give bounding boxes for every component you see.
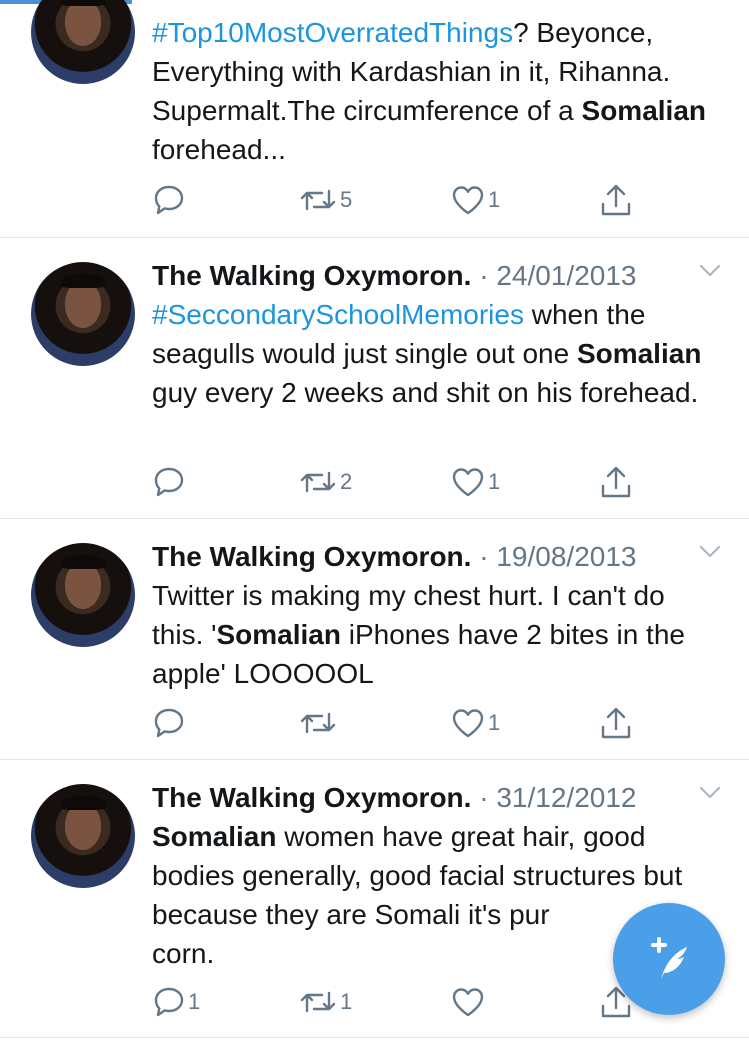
tweet[interactable]: The Walking Oxymoron. · 24/01/2013 #Secc…: [0, 238, 749, 519]
chevron-down-icon[interactable]: [699, 545, 721, 559]
retweet-button[interactable]: 5: [298, 180, 352, 220]
chevron-down-icon[interactable]: [699, 264, 721, 278]
tweet[interactable]: #Top10MostOverratedThings? Beyonce, Ever…: [0, 0, 749, 238]
heart-outline-icon: [452, 709, 484, 738]
retweet-count: 1: [340, 989, 353, 1014]
retweet-count: 5: [340, 187, 353, 212]
like-count: 1: [488, 710, 501, 735]
tweet-text: #SeccondarySchoolMemories when the seagu…: [152, 295, 722, 412]
like-button[interactable]: [450, 982, 488, 1022]
retweet-button[interactable]: 1: [298, 982, 352, 1022]
meta-separator: ·: [479, 260, 489, 291]
reply-button[interactable]: 1: [152, 982, 200, 1022]
reply-button[interactable]: [152, 462, 188, 502]
heart-outline-icon: [452, 186, 484, 215]
tweet-text-bold: Somalian: [152, 821, 277, 852]
retweet-arrows-icon: [300, 471, 336, 493]
share-button[interactable]: [598, 703, 634, 743]
tweet-text-segment: guy every 2 weeks and shit on his forehe…: [152, 377, 699, 408]
tweet-actions: 1: [0, 703, 749, 743]
like-count: 1: [488, 187, 501, 212]
retweet-button[interactable]: 2: [298, 462, 352, 502]
share-upload-icon: [601, 184, 631, 216]
retweet-arrows-icon: [300, 189, 336, 211]
reply-bubble-icon: [154, 708, 184, 738]
tweet-header: The Walking Oxymoron. · 24/01/2013: [152, 258, 712, 294]
compose-feather-icon: [651, 937, 687, 979]
like-button[interactable]: 1: [450, 462, 500, 502]
share-button[interactable]: [598, 462, 634, 502]
tweet-text-bold: Somalian: [216, 619, 341, 650]
hashtag-link[interactable]: #SeccondarySchoolMemories: [152, 299, 524, 330]
reply-button[interactable]: [152, 180, 188, 220]
author-name[interactable]: The Walking Oxymoron.: [152, 541, 471, 572]
avatar[interactable]: [31, 784, 135, 888]
heart-outline-icon: [452, 988, 484, 1017]
tweet-header: The Walking Oxymoron. · 31/12/2012: [152, 780, 712, 816]
chevron-down-icon[interactable]: [699, 786, 721, 800]
tweet-actions: 2 1: [0, 462, 749, 502]
reply-bubble-icon: [154, 987, 184, 1017]
tweet-text-segment: forehead...: [152, 134, 286, 165]
retweet-count: 2: [340, 469, 353, 494]
tweet-text: Twitter is making my chest hurt. I can't…: [152, 576, 722, 693]
tweet-text-bold: Somalian: [581, 95, 706, 126]
avatar[interactable]: [31, 0, 135, 84]
tweet-text-bold: Somalian: [576, 338, 702, 369]
share-upload-icon: [601, 707, 631, 739]
hashtag-link[interactable]: #Top10MostOverratedThings: [152, 17, 513, 48]
avatar[interactable]: [31, 262, 135, 366]
tweet-text: #Top10MostOverratedThings? Beyonce, Ever…: [152, 13, 722, 169]
retweet-arrows-icon: [300, 712, 336, 734]
share-upload-icon: [601, 466, 631, 498]
reply-button[interactable]: [152, 703, 188, 743]
reply-bubble-icon: [154, 185, 184, 215]
retweet-arrows-icon: [300, 991, 336, 1013]
meta-separator: ·: [479, 541, 489, 572]
reply-count: 1: [188, 989, 201, 1014]
like-button[interactable]: 1: [450, 180, 500, 220]
reply-bubble-icon: [154, 467, 184, 497]
avatar[interactable]: [31, 543, 135, 647]
share-button[interactable]: [598, 180, 634, 220]
like-count: 1: [488, 469, 501, 494]
tweet-date[interactable]: 19/08/2013: [496, 541, 636, 572]
author-name[interactable]: The Walking Oxymoron.: [152, 260, 471, 291]
heart-outline-icon: [452, 468, 484, 497]
author-name[interactable]: The Walking Oxymoron.: [152, 782, 471, 813]
retweet-button[interactable]: [298, 703, 340, 743]
like-button[interactable]: 1: [450, 703, 500, 743]
tweet-date[interactable]: 31/12/2012: [496, 782, 636, 813]
tweet-date[interactable]: 24/01/2013: [496, 260, 636, 291]
tweet[interactable]: The Walking Oxymoron. · 19/08/2013 Twitt…: [0, 519, 749, 760]
tweet-header: The Walking Oxymoron. · 19/08/2013: [152, 539, 712, 575]
compose-tweet-button[interactable]: [613, 903, 725, 1015]
tweet-text-segment: corn.: [152, 938, 215, 969]
tweet-actions: 5 1: [0, 180, 749, 220]
meta-separator: ·: [479, 782, 489, 813]
